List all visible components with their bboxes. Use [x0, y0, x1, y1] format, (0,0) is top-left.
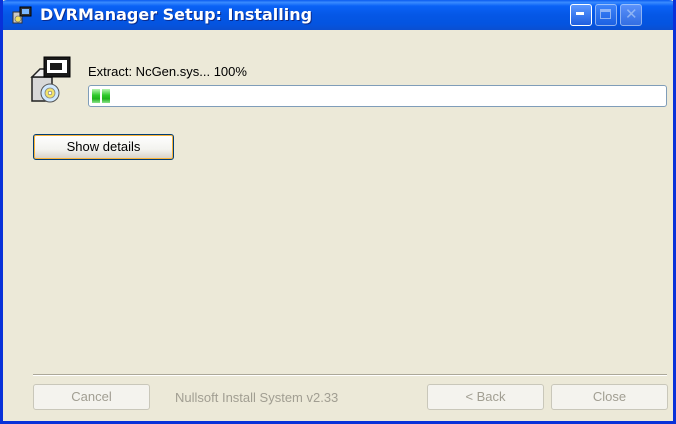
title-bar[interactable]: DVRManager Setup: Installing ✕: [3, 0, 673, 30]
window-title: DVRManager Setup: Installing: [40, 5, 313, 24]
close-window-button[interactable]: ✕: [620, 4, 642, 26]
minimize-button[interactable]: [570, 4, 592, 26]
installer-window: DVRManager Setup: Installing ✕ Extract: …: [0, 0, 676, 424]
close-icon: ✕: [625, 5, 638, 23]
maximize-button[interactable]: [595, 4, 617, 26]
close-button[interactable]: Close: [551, 384, 668, 410]
footer-divider: [33, 374, 667, 376]
show-details-button[interactable]: Show details: [33, 134, 174, 160]
maximize-icon: [600, 9, 611, 19]
install-status-text: Extract: NcGen.sys... 100%: [88, 64, 247, 79]
progress-block: [92, 89, 100, 103]
progress-block: [102, 89, 110, 103]
cancel-button[interactable]: Cancel: [33, 384, 150, 410]
install-progress-bar: [88, 85, 667, 107]
minimize-icon: [576, 12, 584, 15]
progress-fill: [92, 89, 110, 103]
installer-icon: [12, 6, 32, 24]
nsis-branding-text: Nullsoft Install System v2.33: [175, 390, 339, 405]
install-package-icon: [30, 56, 71, 103]
back-button[interactable]: < Back: [427, 384, 544, 410]
